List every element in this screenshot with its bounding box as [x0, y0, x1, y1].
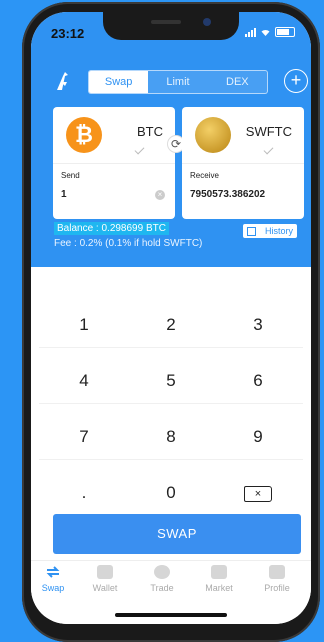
market-chart-icon — [211, 565, 227, 579]
key-6[interactable]: 6 — [213, 359, 303, 404]
tab-bar-market[interactable]: Market — [191, 565, 247, 593]
tab-bar-label: Profile — [264, 583, 290, 593]
swap-button[interactable]: SWAP — [53, 514, 301, 554]
backspace-key[interactable]: × — [213, 471, 303, 515]
history-icon — [247, 227, 256, 236]
key-1[interactable]: 1 — [39, 303, 129, 348]
logo-icon — [57, 72, 68, 90]
top-bar: Swap Limit DEX + — [31, 68, 311, 94]
key-2[interactable]: 2 — [126, 303, 216, 348]
send-symbol[interactable]: BTC — [137, 124, 163, 139]
status-bar: 23:12 — [31, 12, 311, 52]
receive-symbol[interactable]: SWFTC — [246, 124, 292, 139]
status-time: 23:12 — [51, 26, 85, 41]
profile-icon — [269, 565, 285, 579]
btc-coin-icon[interactable]: ₿ — [66, 117, 102, 153]
mode-segmented-control: Swap Limit DEX — [88, 70, 268, 94]
key-4[interactable]: 4 — [39, 359, 129, 404]
swftc-coin-icon[interactable] — [195, 117, 231, 153]
fee-text: Fee : 0.2% (0.1% if hold SWFTC) — [54, 238, 203, 249]
wallet-icon — [97, 565, 113, 579]
tab-bar-label: Trade — [150, 583, 174, 593]
numeric-keypad: 1 2 3 4 5 6 7 8 9 . 0 × — [31, 267, 311, 507]
key-8[interactable]: 8 — [126, 415, 216, 460]
receive-amount: 7950573.386202 — [190, 189, 266, 200]
tab-bar-profile[interactable]: Profile — [249, 565, 305, 593]
tab-dex[interactable]: DEX — [208, 71, 267, 93]
plus-circle-icon[interactable]: + — [284, 69, 308, 93]
balance-text: Balance : 0.298699 BTC — [54, 222, 169, 235]
key-5[interactable]: 5 — [126, 359, 216, 404]
divider — [182, 163, 304, 164]
tab-bar-label: Wallet — [92, 583, 118, 593]
key-9[interactable]: 9 — [213, 415, 303, 460]
tab-bar-label: Market — [205, 583, 233, 593]
key-7[interactable]: 7 — [39, 415, 129, 460]
history-label: History — [264, 226, 293, 236]
tab-bar-trade[interactable]: Trade — [134, 565, 190, 593]
receive-card: SWFTC Receive 7950573.386202 — [182, 107, 304, 219]
tab-swap[interactable]: Swap — [89, 71, 149, 93]
backspace-icon: × — [244, 485, 272, 502]
chevron-down-icon[interactable] — [263, 144, 274, 155]
receive-label: Receive — [190, 171, 219, 180]
swap-arrows-icon — [46, 566, 60, 578]
key-0[interactable]: 0 — [126, 471, 216, 515]
tab-bar-swap[interactable]: Swap — [31, 565, 81, 593]
tab-bar-wallet[interactable]: Wallet — [77, 565, 133, 593]
key-decimal[interactable]: . — [39, 471, 129, 515]
tab-bar-label: Swap — [41, 583, 65, 593]
divider — [53, 163, 175, 164]
battery-icon — [275, 27, 295, 37]
wifi-icon — [261, 29, 270, 36]
history-button[interactable]: History — [243, 224, 297, 238]
app-screen: 23:12 Swap Limit DEX + ₿ BTC Send 1 × ⟳ … — [31, 12, 311, 624]
trade-icon — [154, 565, 170, 579]
key-3[interactable]: 3 — [213, 303, 303, 348]
send-label: Send — [61, 171, 80, 180]
tab-limit[interactable]: Limit — [148, 71, 207, 93]
notch — [103, 12, 239, 40]
send-card: ₿ BTC Send 1 × — [53, 107, 175, 219]
home-indicator — [115, 613, 227, 617]
clear-icon[interactable]: × — [155, 190, 165, 200]
status-icons — [245, 27, 295, 37]
chevron-down-icon[interactable] — [134, 144, 145, 155]
signal-icon — [245, 27, 256, 37]
send-amount-input[interactable]: 1 — [61, 189, 67, 200]
